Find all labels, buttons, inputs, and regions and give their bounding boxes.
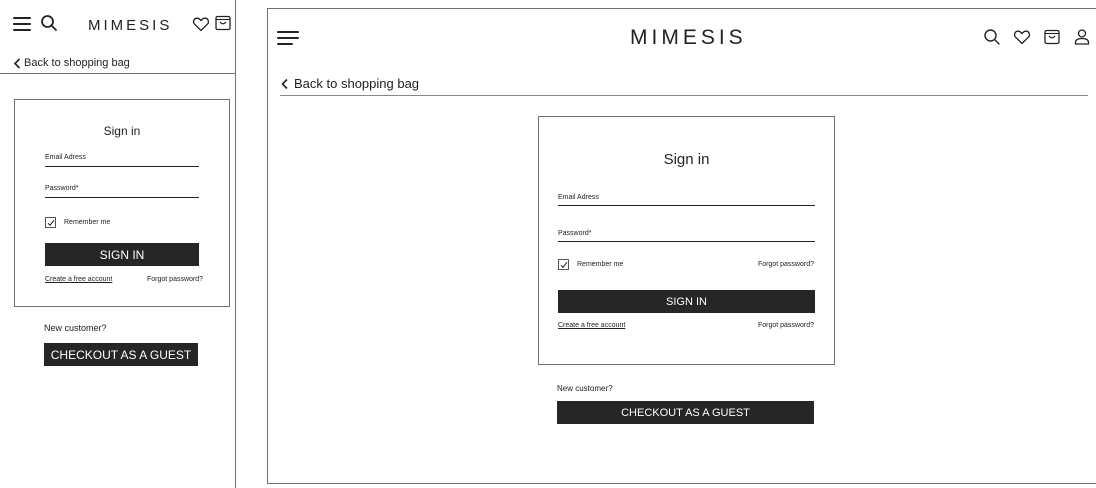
remember-me-label: Remember me (64, 219, 111, 226)
forgot-password-link[interactable]: Forgot password? (147, 276, 203, 283)
back-link-label: Back to shopping bag (24, 57, 130, 69)
email-underline (45, 166, 199, 167)
mobile-header: MIMESIS (0, 0, 235, 50)
back-link-label: Back to shopping bag (294, 76, 420, 91)
checkout-guest-button[interactable]: CHECKOUT AS A GUEST (557, 401, 814, 424)
signin-card: Sign in Email Adress Password* Remember … (538, 116, 835, 365)
signin-title: Sign in (103, 124, 141, 138)
back-to-bag-link[interactable]: Back to shopping bag (280, 76, 419, 91)
back-to-bag-link[interactable]: Back to shopping bag (13, 57, 130, 69)
email-field[interactable]: Email Adress (45, 154, 86, 161)
search-icon[interactable] (40, 14, 58, 32)
password-field[interactable]: Password* (558, 230, 591, 237)
hamburger-menu-icon[interactable] (13, 17, 31, 31)
create-account-link[interactable]: Create a free account (558, 322, 625, 329)
password-underline (558, 241, 815, 242)
heart-icon[interactable] (1013, 28, 1031, 46)
brand-logo[interactable]: MIMESIS (88, 17, 172, 34)
password-underline (45, 197, 199, 198)
shopping-bag-icon[interactable] (1043, 28, 1061, 46)
new-customer-label: New customer? (557, 384, 613, 393)
sign-in-button[interactable]: SIGN IN (558, 290, 815, 313)
sign-in-button[interactable]: SIGN IN (45, 243, 199, 266)
brand-logo[interactable]: MIMESIS (630, 26, 747, 50)
forgot-password-link[interactable]: Forgot password? (758, 261, 814, 268)
forgot-password-link-secondary[interactable]: Forgot password? (758, 322, 814, 329)
create-account-link[interactable]: Create a free account (45, 276, 112, 283)
email-underline (558, 205, 815, 206)
email-field[interactable]: Email Adress (558, 194, 599, 201)
shopping-bag-icon[interactable] (214, 14, 232, 32)
new-customer-label: New customer? (44, 323, 107, 333)
checkmark-icon (47, 219, 55, 227)
remember-me-checkbox[interactable] (558, 259, 569, 270)
signin-card: Sign in Email Adress Password* Remember … (14, 99, 230, 307)
signin-title: Sign in (663, 151, 710, 168)
search-icon[interactable] (983, 28, 1001, 46)
checkout-guest-button[interactable]: CHECKOUT AS A GUEST (44, 343, 198, 366)
desktop-frame: MIMESIS Back to shopping bag Sign in Ema… (267, 8, 1096, 484)
chevron-left-icon (13, 57, 21, 69)
remember-me-checkbox[interactable] (45, 217, 56, 228)
header-divider (280, 95, 1088, 96)
user-icon[interactable] (1073, 28, 1091, 46)
hamburger-menu-icon[interactable] (277, 31, 299, 45)
chevron-left-icon (281, 78, 288, 89)
header-divider (0, 73, 235, 74)
heart-icon[interactable] (192, 15, 210, 33)
mobile-frame: MIMESIS Back to shopping bag Sign in Ema… (0, 0, 236, 488)
checkmark-icon (560, 261, 568, 269)
password-field[interactable]: Password* (45, 185, 78, 192)
remember-me-label: Remember me (577, 261, 624, 268)
